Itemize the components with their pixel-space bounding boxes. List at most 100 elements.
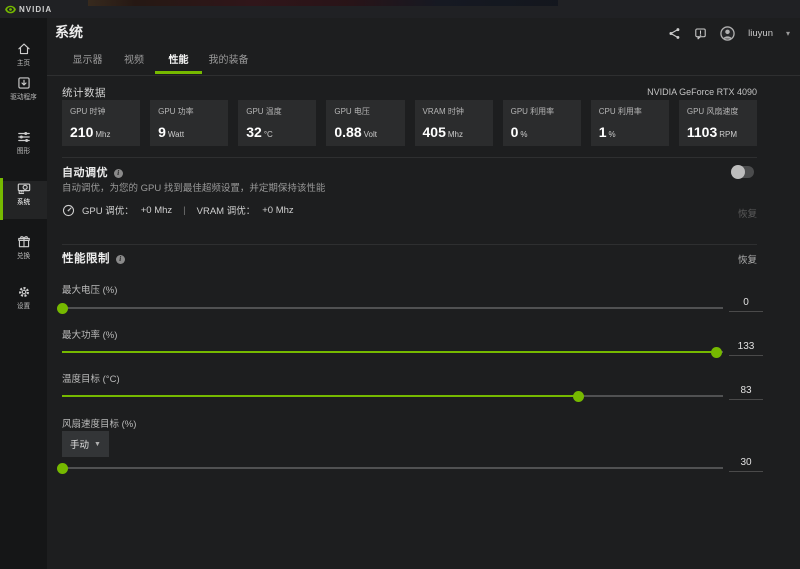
slider-fill [62, 351, 717, 353]
brand-text: NVIDIA [19, 5, 53, 14]
sidebar-item-redeem[interactable]: 兑换 [0, 235, 47, 273]
slider-label-max-power: 最大功率 (%) [62, 330, 118, 341]
stat-card-gpu-temp: GPU 温度 32 °C [238, 100, 317, 146]
auto-tune-toggle[interactable] [731, 165, 754, 179]
slider-handle[interactable] [57, 462, 68, 474]
sidebar-item-drivers[interactable]: 驱动程序 [0, 76, 47, 114]
slider-value-temp-target[interactable]: 83 [729, 385, 763, 400]
slider-max-voltage[interactable] [57, 302, 723, 314]
tab-label: 显示器 [72, 55, 103, 66]
vram-tune-value: +0 Mhz [262, 204, 294, 216]
gear-icon [18, 287, 29, 297]
stat-value: 1103 [686, 124, 718, 140]
slider-value-max-power[interactable]: 133 [729, 341, 763, 356]
stat-unit: Mhz [95, 130, 111, 139]
sidebar-item-home[interactable]: 主页 [0, 42, 47, 80]
sidebar-item-label: 系统 [16, 199, 31, 206]
slider-temp-target[interactable] [62, 390, 723, 402]
stat-unit: Watt [167, 130, 185, 139]
tab-video[interactable]: 视频 [116, 51, 152, 75]
stat-label: VRAM 时钟 [422, 107, 464, 116]
background-window-sliver [88, 0, 558, 6]
gauge-icon [62, 204, 75, 216]
stat-unit: Mhz [447, 130, 463, 139]
stat-card-gpu-clock: GPU 时钟 210 Mhz [62, 100, 141, 146]
sidebar: 主页 驱动程序 图形 系统 兑换 设置 [0, 18, 47, 569]
tab-performance[interactable]: 性能 [155, 51, 202, 75]
stat-card-vram-clock: VRAM 时钟 405 Mhz [414, 100, 493, 146]
stat-card-gpu-power: GPU 功率 9 Watt [150, 100, 229, 146]
separator: | [183, 204, 186, 216]
stat-value: 405 [422, 124, 446, 140]
slider-handle[interactable] [57, 302, 68, 314]
sidebar-item-label: 图形 [16, 148, 31, 155]
sidebar-item-label: 主页 [16, 60, 31, 67]
stat-card-fan-speed: GPU 风扇速度 1103 RPM [678, 100, 757, 146]
feedback-icon[interactable] [694, 27, 707, 40]
sidebar-item-label: 兑换 [16, 253, 31, 260]
stat-label: GPU 功率 [158, 107, 194, 116]
slider-fan-target[interactable] [57, 462, 723, 474]
nvidia-app-window: NVIDIA 主页 驱动程序 图形 系统 兑换 设置 系统 liuyun ▾ 显… [0, 0, 800, 569]
stat-card-gpu-voltage: GPU 电压 0.88 Volt [326, 100, 405, 146]
tab-label: 我的装备 [208, 55, 249, 66]
active-tab-underline [155, 71, 202, 74]
stat-label: GPU 时钟 [70, 107, 106, 116]
slider-value-fan-target[interactable]: 30 [729, 457, 763, 472]
tab-my-rig[interactable]: 我的装备 [205, 51, 252, 75]
auto-tune-restore-button[interactable]: 恢复 [738, 206, 757, 220]
fan-mode-dropdown[interactable]: 手动 ▼ [62, 431, 109, 457]
divider [62, 157, 757, 158]
gpu-name: NVIDIA GeForce RTX 4090 [647, 87, 757, 97]
tab-label: 视频 [124, 55, 144, 66]
sidebar-item-settings[interactable]: 设置 [0, 285, 47, 323]
home-icon [17, 43, 30, 55]
gpu-tune-label: GPU 调优： [82, 206, 134, 217]
slider-label-fan-target: 风扇速度目标 (%) [62, 419, 137, 430]
titlebar: NVIDIA [0, 0, 800, 18]
sidebar-item-label: 驱动程序 [10, 94, 37, 101]
stat-label: CPU 利用率 [598, 107, 642, 116]
perf-limits-restore-button[interactable]: 恢复 [738, 252, 757, 266]
slider-max-power[interactable] [62, 346, 723, 358]
stat-label: GPU 电压 [334, 107, 370, 116]
driver-download-icon [17, 77, 30, 89]
stat-value: 210 [70, 124, 94, 140]
slider-value-max-voltage[interactable]: 0 [729, 297, 763, 312]
stat-unit: % [608, 130, 616, 139]
info-icon[interactable]: i [116, 255, 125, 264]
slider-handle[interactable] [572, 390, 584, 402]
dropdown-caret-icon: ▼ [94, 440, 101, 448]
tab-display[interactable]: 显示器 [64, 51, 111, 75]
avatar[interactable] [720, 26, 735, 41]
header-actions: liuyun ▾ [668, 26, 790, 41]
toggle-knob [731, 165, 745, 179]
vram-tune-label: VRAM 调优： [196, 206, 256, 217]
stat-value: 9 [158, 124, 166, 140]
page-title: 系统 [55, 24, 83, 40]
sidebar-item-graphics[interactable]: 图形 [0, 130, 47, 168]
divider [62, 244, 757, 245]
stat-cards: GPU 时钟 210 Mhz GPU 功率 9 Watt GPU 温度 32 °C G… [62, 100, 757, 146]
chevron-down-icon[interactable]: ▾ [786, 29, 790, 38]
info-icon[interactable]: i [114, 169, 123, 178]
share-icon[interactable] [668, 27, 681, 40]
username[interactable]: liuyun [748, 28, 773, 39]
sliders-icon [17, 132, 30, 142]
stat-card-cpu-util: CPU 利用率 1% [590, 100, 669, 146]
stat-value: 0 [510, 124, 519, 140]
auto-tune-description: 自动调优，为您的 GPU 找到最佳超频设置，并定期保持该性能 [62, 183, 326, 194]
slider-label-temp-target: 温度目标 (°C) [62, 374, 120, 385]
stats-section-title: 统计数据 [62, 87, 106, 99]
fan-mode-value: 手动 [70, 440, 90, 451]
slider-handle[interactable] [711, 346, 723, 358]
sidebar-item-label: 设置 [16, 303, 31, 310]
sidebar-item-system[interactable]: 系统 [0, 178, 47, 220]
stat-unit: RPM [719, 130, 738, 139]
nvidia-logo-icon [5, 5, 16, 14]
stat-value: 32 [246, 124, 262, 140]
stat-label: GPU 利用率 [510, 107, 555, 116]
stat-value: 0.88 [334, 124, 362, 140]
auto-tune-title: 自动调优 i [62, 164, 123, 180]
tabbar: 显示器 视频 性能 我的装备 [47, 48, 800, 76]
